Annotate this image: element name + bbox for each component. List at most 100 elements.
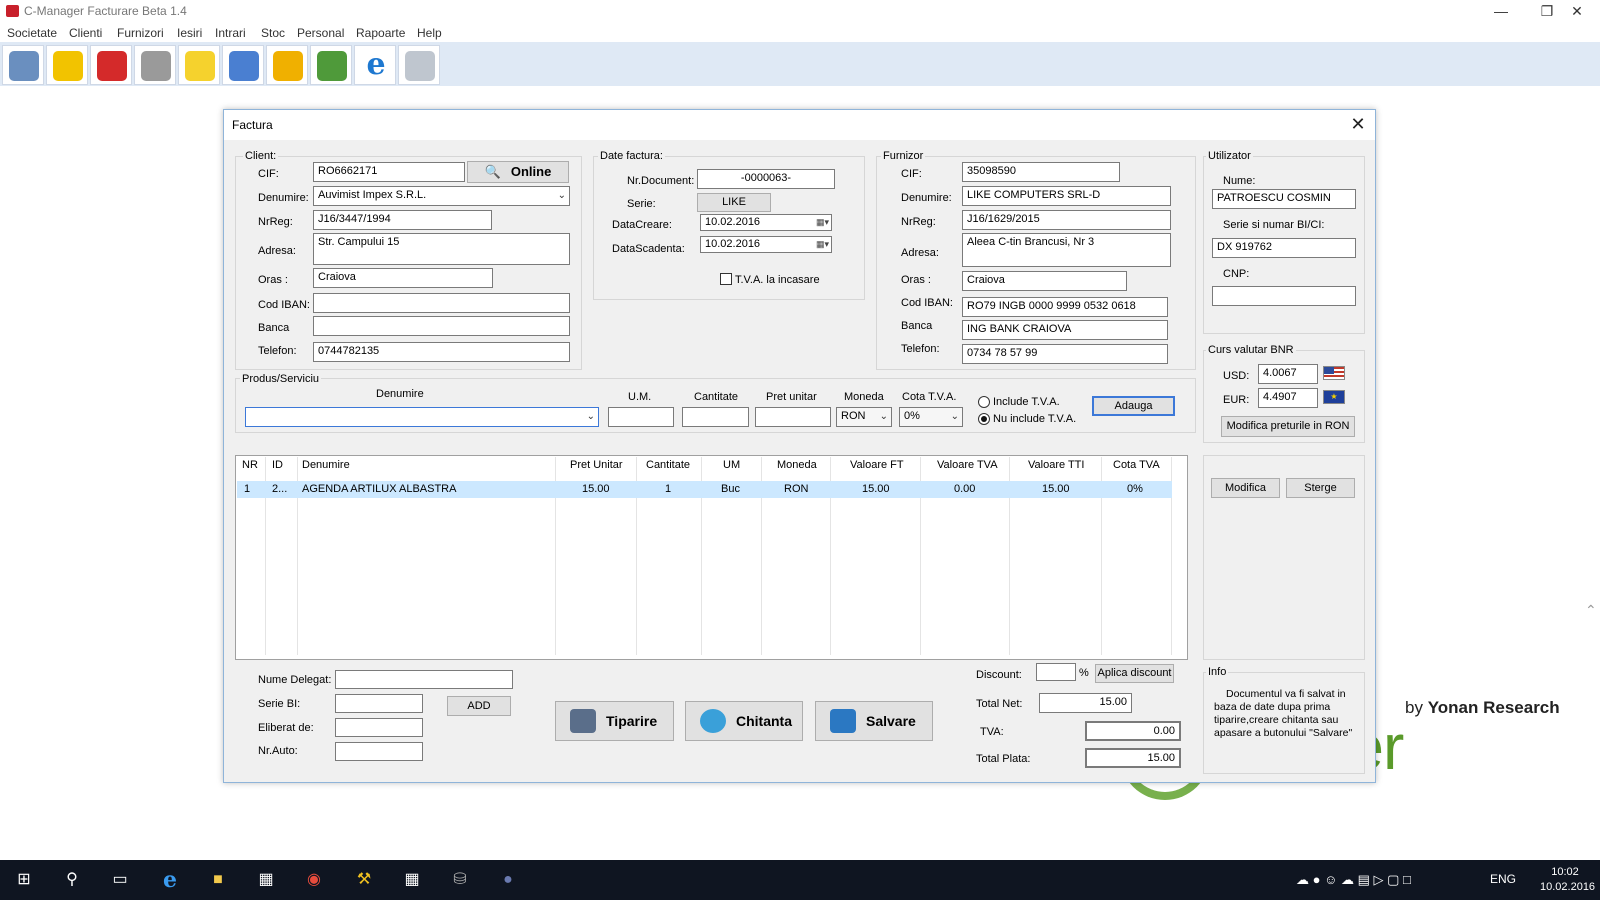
cantitate-input[interactable] (682, 407, 749, 427)
client-denumire-label: Denumire: (258, 192, 309, 204)
menu-iesiri[interactable]: Iesiri (177, 26, 202, 40)
modifica-button[interactable]: Modifica (1211, 478, 1280, 498)
online-button[interactable]: 🔍 Online (467, 161, 569, 183)
language-indicator[interactable]: ENG (1490, 872, 1516, 886)
edge-browser-icon[interactable]: e (156, 866, 184, 894)
eliberat-de-input[interactable] (335, 718, 423, 737)
tiparire-button[interactable]: Tiparire (555, 701, 674, 741)
utilizator-nume-input[interactable]: PATROESCU COSMIN (1212, 189, 1356, 209)
clock[interactable]: 10:02 10.02.2016 (1540, 865, 1595, 895)
adauga-button[interactable]: Adauga (1092, 396, 1175, 416)
minimize-button[interactable]: — (1478, 0, 1524, 24)
furnizor-adresa-input[interactable]: Aleea C-tin Brancusi, Nr 3 (962, 233, 1171, 267)
menu-societate[interactable]: Societate (7, 26, 57, 40)
nrdoc-input[interactable]: -0000063- (697, 169, 835, 189)
client-adresa-input[interactable]: Str. Campului 15 (313, 233, 570, 265)
col-nr[interactable]: NR (242, 459, 258, 471)
col-pret-unitar[interactable]: Pret Unitar (570, 459, 623, 471)
serie-bi-input[interactable] (335, 694, 423, 713)
file-explorer-icon[interactable]: ■ (204, 866, 232, 894)
col-um[interactable]: UM (723, 459, 740, 471)
col-valoare-ft[interactable]: Valoare FT (850, 459, 904, 471)
furnizor-banca-input[interactable]: ING BANK CRAIOVA (962, 320, 1168, 340)
furnizor-cif-input[interactable]: 35098590 (962, 162, 1120, 182)
windows-start-icon[interactable]: ⊞ (10, 866, 38, 894)
usd-input[interactable]: 4.0067 (1258, 364, 1318, 384)
chitanta-button[interactable]: Chitanta (685, 701, 803, 741)
nr-auto-label: Nr.Auto: (258, 745, 298, 757)
close-window-button[interactable]: ✕ (1554, 0, 1600, 24)
scroll-up-icon[interactable]: ⌃ (1585, 602, 1597, 619)
menu-clienti[interactable]: Clienti (69, 26, 102, 40)
include-tva-radio[interactable] (978, 396, 990, 408)
produs-denumire-select[interactable]: ⌄ (245, 407, 599, 427)
nr-auto-input[interactable] (335, 742, 423, 761)
moneda-select[interactable]: RON ⌄ (836, 407, 892, 427)
store-icon[interactable]: ▦ (252, 866, 280, 894)
col-denumire[interactable]: Denumire (302, 459, 350, 471)
um-input[interactable] (608, 407, 674, 427)
nume-delegat-input[interactable] (335, 670, 513, 689)
datascadenta-picker[interactable]: 10.02.2016 ▦▾ (700, 236, 832, 253)
edit-pencil-icon[interactable] (222, 45, 264, 85)
menu-furnizori[interactable]: Furnizori (117, 26, 164, 40)
nu-include-tva-radio[interactable] (978, 413, 990, 425)
eur-input[interactable]: 4.4907 (1258, 388, 1318, 408)
database-icon[interactable]: ⛁ (446, 866, 474, 894)
client-banca-input[interactable] (313, 316, 570, 336)
client-denumire-select[interactable]: Auvimist Impex S.R.L. ⌄ (313, 186, 570, 206)
furnizor-telefon-input[interactable]: 0734 78 57 99 (962, 344, 1168, 364)
col-cantitate[interactable]: Cantitate (646, 459, 690, 471)
money-icon[interactable] (310, 45, 352, 85)
client-telefon-input[interactable]: 0744782135 (313, 342, 570, 362)
task-view-icon[interactable]: ▭ (106, 866, 134, 894)
furnizor-oras-input[interactable]: Craiova (962, 271, 1127, 291)
menu-personal[interactable]: Personal (297, 26, 344, 40)
utilizator-bi-input[interactable]: DX 919762 (1212, 238, 1356, 258)
return-arrow-icon[interactable] (266, 45, 308, 85)
dialog-close-icon[interactable]: ✕ (1346, 113, 1370, 137)
chrome-icon[interactable]: ◉ (300, 866, 328, 894)
menu-rapoarte[interactable]: Rapoarte (356, 26, 405, 40)
user-app-icon[interactable]: ● (494, 866, 522, 894)
tva-incasare-checkbox[interactable] (720, 273, 732, 285)
client-iban-input[interactable] (313, 293, 570, 313)
furnizor-denumire-input[interactable]: LIKE COMPUTERS SRL-D (962, 186, 1171, 206)
pret-unitar-input[interactable] (755, 407, 831, 427)
furnizor-iban-input[interactable]: RO79 INGB 0000 9999 0532 0618 (962, 297, 1168, 317)
salvare-button[interactable]: Salvare (815, 701, 933, 741)
search-icon[interactable]: ⚲ (58, 866, 86, 894)
add-delegat-button[interactable]: ADD (447, 696, 511, 716)
calculator-icon[interactable] (398, 45, 440, 85)
serie-field[interactable]: LIKE (697, 193, 771, 212)
utilizator-cnp-input[interactable] (1212, 286, 1356, 306)
menu-stoc[interactable]: Stoc (261, 26, 285, 40)
download-arrow-icon[interactable] (46, 45, 88, 85)
col-moneda[interactable]: Moneda (777, 459, 817, 471)
col-valoare-tti[interactable]: Valoare TTI (1028, 459, 1084, 471)
client-cif-input[interactable]: RO6662171 (313, 162, 465, 182)
col-cota-tva[interactable]: Cota TVA (1113, 459, 1160, 471)
internet-explorer-icon[interactable]: e (354, 45, 396, 85)
sterge-button[interactable]: Sterge (1286, 478, 1355, 498)
notes-icon[interactable] (178, 45, 220, 85)
tools-icon[interactable]: ⚒ (350, 866, 378, 894)
modifica-preturi-button[interactable]: Modifica preturile in RON (1221, 416, 1355, 437)
menu-help[interactable]: Help (417, 26, 442, 40)
tray-icons[interactable]: ☁ ● ☺ ☁ ▤ ▷ ▢ □ (1296, 872, 1411, 888)
col-valoare-tva[interactable]: Valoare TVA (937, 459, 998, 471)
client-nrreg-input[interactable]: J16/3447/1994 (313, 210, 492, 230)
client-oras-input[interactable]: Craiova (313, 268, 493, 288)
datacreare-picker[interactable]: 10.02.2016 ▦▾ (700, 214, 832, 231)
discount-input[interactable] (1036, 663, 1076, 681)
cota-tva-select[interactable]: 0% ⌄ (899, 407, 963, 427)
folder-icon[interactable] (90, 45, 132, 85)
menu-intrari[interactable]: Intrari (215, 26, 246, 40)
cell-cantitate: 1 (665, 483, 672, 495)
users-icon[interactable] (2, 45, 44, 85)
pen-icon[interactable] (134, 45, 176, 85)
aplica-discount-button[interactable]: Aplica discount (1095, 664, 1174, 683)
col-id[interactable]: ID (272, 459, 283, 471)
furnizor-nrreg-input[interactable]: J16/1629/2015 (962, 210, 1171, 230)
calculator-taskbar-icon[interactable]: ▦ (398, 866, 426, 894)
